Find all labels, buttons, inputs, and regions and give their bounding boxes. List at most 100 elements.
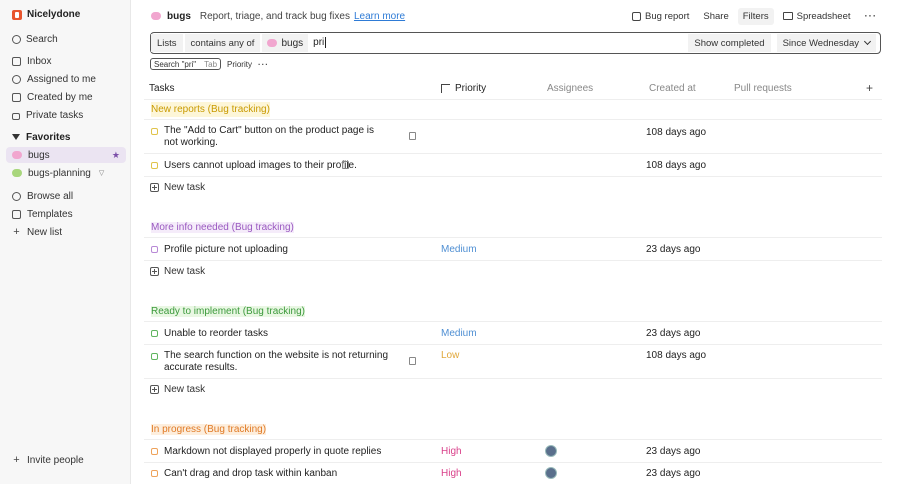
- filter-operator[interactable]: contains any of: [184, 34, 261, 52]
- status-icon[interactable]: [151, 353, 158, 360]
- priority-value[interactable]: High: [441, 468, 462, 479]
- spreadsheet-button[interactable]: Spreadsheet: [778, 8, 856, 25]
- filter-chip-label: bugs: [281, 37, 304, 49]
- status-icon[interactable]: [151, 448, 158, 455]
- column-header-assignees[interactable]: Assignees: [547, 83, 593, 94]
- filter-bar[interactable]: Lists contains any of bugs pri Show comp…: [150, 32, 881, 54]
- column-header-priority[interactable]: Priority: [441, 83, 486, 94]
- priority-value[interactable]: High: [441, 446, 462, 457]
- workspace-logo-icon: [12, 9, 22, 20]
- priority-value[interactable]: Low: [441, 350, 459, 361]
- more-options-button[interactable]: ···: [860, 8, 883, 25]
- table-row[interactable]: Unable to reorder tasks Medium 23 days a…: [144, 323, 882, 345]
- group-label: In progress (Bug tracking): [151, 424, 267, 435]
- avatar[interactable]: [545, 467, 557, 479]
- filter-icon: ▽: [98, 170, 105, 177]
- add-column-icon[interactable]: +: [866, 81, 873, 95]
- subtasks-icon: [409, 132, 416, 140]
- filter-suggestions: Search "pri" Tab Priority ···: [150, 58, 269, 70]
- priority-suggestion[interactable]: Priority: [227, 60, 252, 69]
- sidebar-item-bugs-planning[interactable]: bugs-planning ▽: [6, 165, 126, 181]
- sidebar-item-private[interactable]: Private tasks: [6, 107, 126, 123]
- new-task-button[interactable]: New task: [150, 261, 205, 281]
- table-row[interactable]: Markdown not displayed properly in quote…: [144, 441, 882, 463]
- filter-value-chip[interactable]: bugs: [262, 34, 309, 52]
- status-icon[interactable]: [151, 330, 158, 337]
- learn-more-link[interactable]: Learn more: [354, 11, 405, 22]
- priority-value[interactable]: Medium: [441, 244, 477, 255]
- column-header-pull-requests[interactable]: Pull requests: [734, 83, 792, 94]
- task-title: The search function on the website is no…: [164, 350, 389, 373]
- sidebar-item-label: Assigned to me: [27, 73, 96, 85]
- table-row[interactable]: The search function on the website is no…: [144, 346, 882, 379]
- favorites-label: Favorites: [26, 131, 71, 143]
- status-icon[interactable]: [151, 128, 158, 135]
- status-icon[interactable]: [151, 162, 158, 169]
- column-header-created-at[interactable]: Created at: [649, 83, 696, 94]
- share-button[interactable]: Share: [698, 8, 733, 25]
- priority-value[interactable]: Medium: [441, 328, 477, 339]
- sidebar-item-templates[interactable]: Templates: [6, 206, 126, 222]
- status-icon[interactable]: [151, 246, 158, 253]
- more-suggestions-icon[interactable]: ···: [258, 60, 269, 69]
- plus-icon: +: [13, 225, 20, 238]
- filter-field-lists[interactable]: Lists: [151, 34, 183, 52]
- avatar[interactable]: [545, 445, 557, 457]
- new-task-button[interactable]: New task: [150, 379, 205, 399]
- sidebar: Nicelydone Search Inbox Assigned to me C…: [0, 0, 131, 484]
- star-icon[interactable]: ★: [112, 150, 120, 161]
- task-title: Markdown not displayed properly in quote…: [164, 446, 382, 457]
- sidebar-item-bugs[interactable]: bugs ★: [6, 147, 126, 163]
- created-at: 23 days ago: [646, 468, 701, 479]
- group-label: More info needed (Bug tracking): [151, 222, 294, 233]
- sidebar-item-label: Browse all: [27, 190, 74, 202]
- add-task-icon: [150, 182, 159, 192]
- table-row[interactable]: Users cannot upload images to their prof…: [144, 155, 882, 177]
- favorites-header[interactable]: Favorites: [6, 129, 126, 145]
- created-at: 108 days ago: [646, 160, 707, 171]
- table-row[interactable]: The "Add to Cart" button on the product …: [144, 121, 882, 154]
- sidebar-search[interactable]: Search: [6, 30, 126, 48]
- bug-report-button[interactable]: Bug report: [627, 8, 694, 25]
- search-suggestion-label: Search "pri": [154, 59, 197, 69]
- group-header[interactable]: In progress (Bug tracking): [144, 420, 882, 440]
- filters-button[interactable]: Filters: [737, 7, 774, 25]
- new-task-button[interactable]: New task: [150, 177, 205, 197]
- table-row[interactable]: Can't drag and drop task within kanban H…: [144, 463, 882, 484]
- search-suggestion[interactable]: Search "pri" Tab: [150, 58, 222, 70]
- sidebar-item-new-list[interactable]: + New list: [6, 224, 126, 240]
- filter-query-text: pri: [313, 37, 325, 49]
- since-label: Since Wednesday: [782, 37, 859, 49]
- table-row[interactable]: Profile picture not uploading Medium 23 …: [144, 239, 882, 261]
- filter-search-input[interactable]: pri: [313, 37, 327, 49]
- created-at: 108 days ago: [646, 350, 707, 361]
- task-title: Users cannot upload images to their prof…: [164, 160, 357, 171]
- workspace-switcher[interactable]: Nicelydone: [12, 9, 80, 20]
- status-icon[interactable]: [151, 470, 158, 477]
- group-header[interactable]: Ready to implement (Bug tracking): [144, 302, 882, 322]
- page-title: bugs: [167, 10, 191, 22]
- sidebar-item-label: Templates: [27, 208, 73, 220]
- sidebar-item-inbox[interactable]: Inbox: [6, 53, 126, 69]
- since-dropdown[interactable]: Since Wednesday: [776, 34, 876, 52]
- column-header-tasks[interactable]: Tasks: [149, 83, 175, 94]
- created-at: 23 days ago: [646, 446, 701, 457]
- sidebar-item-label: Inbox: [27, 55, 52, 67]
- browse-icon: [12, 191, 21, 201]
- inbox-icon: [12, 56, 21, 66]
- sidebar-item-browse-all[interactable]: Browse all: [6, 188, 126, 204]
- subtasks-icon: [409, 357, 416, 365]
- group-header[interactable]: New reports (Bug tracking): [144, 100, 882, 120]
- workspace-name: Nicelydone: [27, 9, 81, 20]
- show-completed-toggle[interactable]: Show completed: [688, 34, 771, 52]
- created-at: 108 days ago: [646, 127, 707, 138]
- new-task-label: New task: [164, 265, 206, 277]
- search-icon: [12, 34, 21, 44]
- sidebar-item-assigned[interactable]: Assigned to me: [6, 71, 126, 87]
- sidebar-item-created[interactable]: Created by me: [6, 89, 126, 105]
- group-header[interactable]: More info needed (Bug tracking): [144, 218, 882, 238]
- add-task-icon: [150, 384, 159, 394]
- spreadsheet-icon: [782, 12, 793, 20]
- invite-people-button[interactable]: + Invite people: [6, 452, 126, 468]
- tab-key-hint: Tab: [204, 59, 218, 69]
